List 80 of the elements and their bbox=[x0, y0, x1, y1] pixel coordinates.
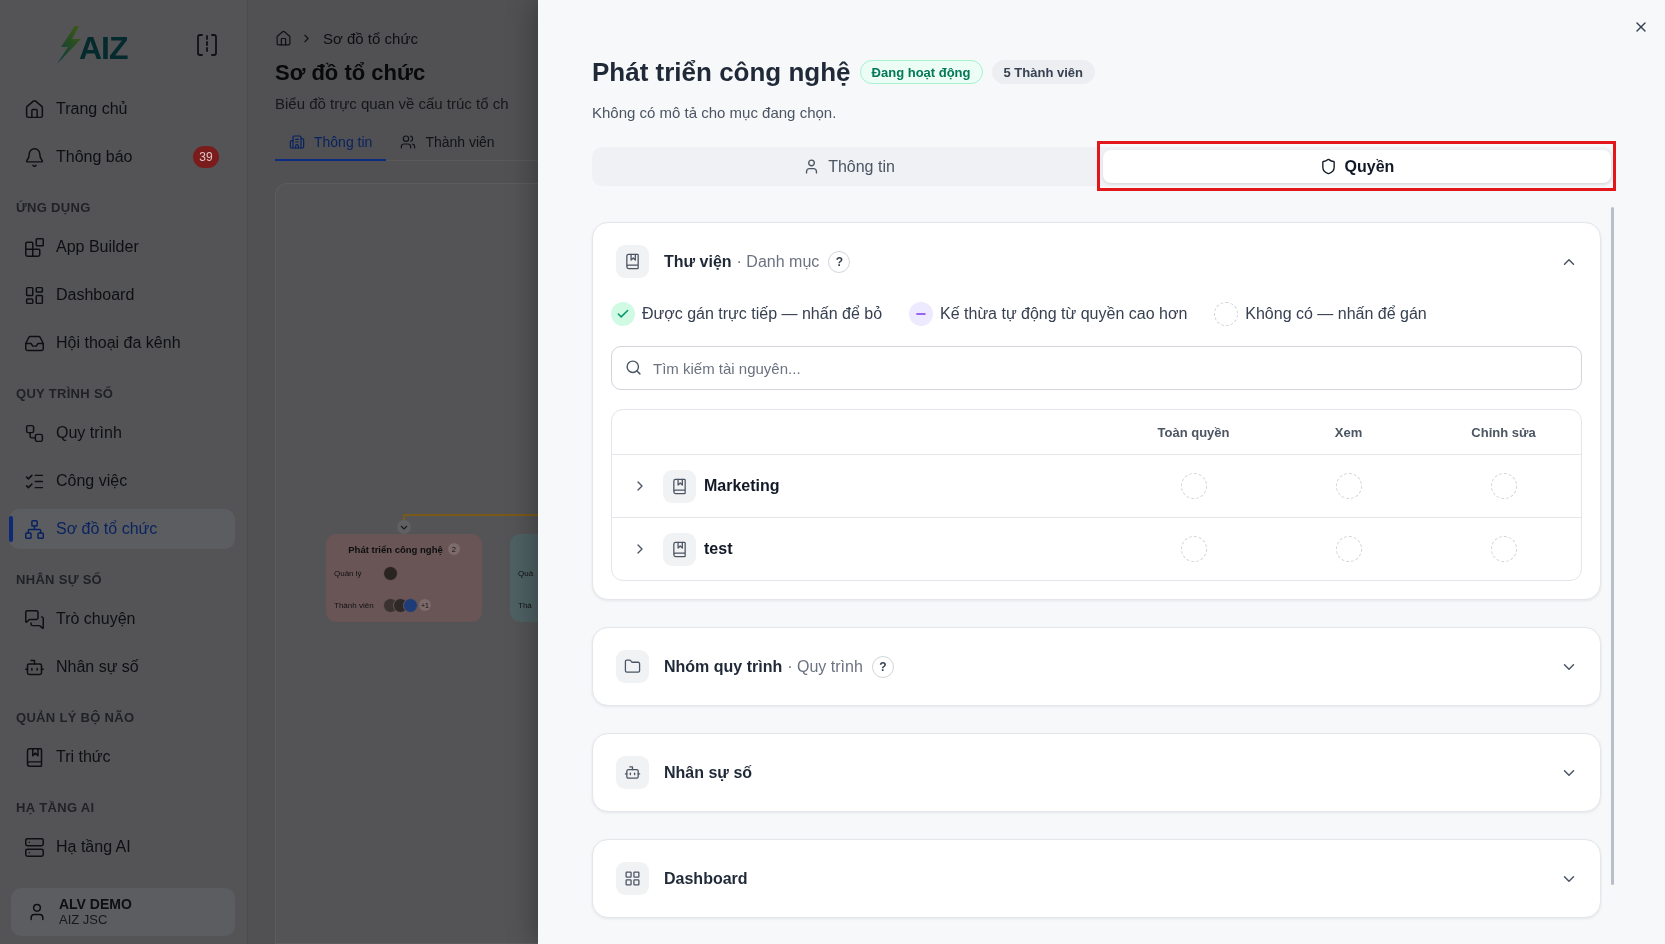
node-label: Thành viên bbox=[334, 600, 375, 610]
logo-text: AIZ bbox=[79, 32, 128, 64]
server-icon bbox=[24, 836, 45, 858]
book-icon bbox=[663, 532, 696, 566]
avatar bbox=[403, 597, 418, 613]
column-header: Toàn quyền bbox=[1157, 424, 1230, 440]
search-field[interactable]: Tìm kiếm tài nguyên... bbox=[611, 346, 1582, 390]
user-card[interactable]: ALV DEMO AIZ JSC bbox=[11, 888, 235, 936]
avatar bbox=[383, 565, 398, 581]
notification-count: 39 bbox=[193, 146, 219, 168]
bell-icon bbox=[24, 146, 45, 168]
book-icon bbox=[616, 245, 649, 278]
breadcrumb-current: Sơ đồ tổ chức bbox=[323, 29, 418, 47]
status-tag: Đang hoạt động bbox=[859, 60, 983, 84]
user-company: AIZ JSC bbox=[59, 912, 109, 928]
tab[interactable]: Thành viên bbox=[386, 124, 509, 161]
sidebar-toggle-icon[interactable] bbox=[197, 34, 217, 56]
nav-item[interactable]: Nhân sự số bbox=[9, 647, 235, 687]
nav-item[interactable]: Tri thức bbox=[9, 737, 235, 777]
node-title: Phát triển công nghệ bbox=[348, 543, 443, 555]
nav-item[interactable]: Thông báo 39 bbox=[9, 137, 235, 177]
nav-item[interactable]: Trang chủ bbox=[9, 89, 235, 129]
section-title: Thư viện bbox=[664, 252, 732, 271]
node-label: Quản lý bbox=[334, 568, 363, 578]
user-icon bbox=[27, 902, 47, 922]
section-title: Dashboard bbox=[664, 869, 748, 888]
minus-circle-icon bbox=[909, 302, 934, 326]
book-icon bbox=[663, 469, 696, 503]
page-subtitle: Biểu đồ trực quan về cấu trúc tổ ch bbox=[275, 94, 510, 114]
resource-name: Marketing bbox=[704, 477, 780, 495]
section-title: Nhân sự số bbox=[664, 763, 753, 782]
chat-icon bbox=[24, 608, 45, 630]
tab[interactable]: Thông tin bbox=[275, 124, 387, 161]
logo-bolt-icon bbox=[57, 26, 81, 64]
shield-icon bbox=[1319, 158, 1337, 175]
page-title: Sơ đồ tổ chức bbox=[275, 59, 427, 87]
section-subtitle: · Danh mục bbox=[736, 252, 820, 271]
check-circle-icon bbox=[611, 302, 635, 326]
section-title: Nhóm quy trình bbox=[664, 657, 783, 676]
nav-item[interactable]: Hội thoại đa kênh bbox=[9, 323, 235, 363]
robot-icon bbox=[616, 756, 649, 789]
panel-title: Phát triển công nghệ bbox=[592, 57, 851, 87]
tab[interactable]: Quyền bbox=[1103, 150, 1611, 183]
resource-name: test bbox=[704, 540, 733, 558]
hierarchy-icon bbox=[24, 518, 45, 540]
column-header: Xem bbox=[1334, 424, 1363, 440]
nav-item[interactable]: Dashboard bbox=[9, 275, 235, 315]
user-name: ALV DEMO bbox=[59, 896, 132, 912]
nav-item[interactable]: Công việc bbox=[9, 461, 235, 501]
node-label: Thà bbox=[518, 600, 533, 610]
book-icon bbox=[24, 746, 45, 768]
scrollbar-thumb[interactable] bbox=[1611, 207, 1614, 885]
help-hint[interactable]: ? bbox=[871, 655, 894, 678]
member-count: 5 Thành viên bbox=[991, 60, 1095, 84]
legend-label: Được gán trực tiếp — nhấn để bỏ bbox=[642, 305, 883, 323]
blocks-icon bbox=[24, 236, 45, 258]
home-icon[interactable] bbox=[275, 29, 292, 47]
nav-item[interactable]: Hạ tầng AI bbox=[9, 827, 235, 867]
folder-icon bbox=[616, 650, 649, 683]
tab[interactable]: Thông tin bbox=[595, 150, 1103, 183]
nav-item[interactable]: Sơ đồ tổ chức bbox=[9, 509, 235, 549]
node-handle-icon[interactable] bbox=[397, 520, 411, 534]
users-icon bbox=[400, 133, 417, 150]
help-hint[interactable]: ? bbox=[828, 250, 851, 273]
org-node[interactable]: Quả Thà bbox=[510, 534, 538, 622]
grid-icon bbox=[616, 862, 649, 895]
workflow-icon bbox=[24, 422, 45, 444]
home-icon bbox=[24, 98, 45, 120]
building-icon bbox=[289, 133, 305, 150]
dashboard-icon bbox=[24, 284, 45, 306]
search-icon bbox=[625, 359, 642, 376]
nav-item[interactable]: Trò chuyện bbox=[9, 599, 235, 639]
nav-item[interactable]: Quy trình bbox=[9, 413, 235, 453]
panel-description: Không có mô tả cho mục đang chọn. bbox=[592, 103, 838, 123]
legend-label: Không có — nhấn để gán bbox=[1245, 305, 1427, 323]
node-label: Quả bbox=[518, 568, 535, 578]
column-header: Chỉnh sửa bbox=[1471, 424, 1536, 440]
legend-label: Kế thừa tự động từ quyền cao hơn bbox=[940, 305, 1188, 323]
nav-item[interactable]: App Builder bbox=[9, 227, 235, 267]
section-subtitle: · Quy trình bbox=[787, 657, 863, 676]
